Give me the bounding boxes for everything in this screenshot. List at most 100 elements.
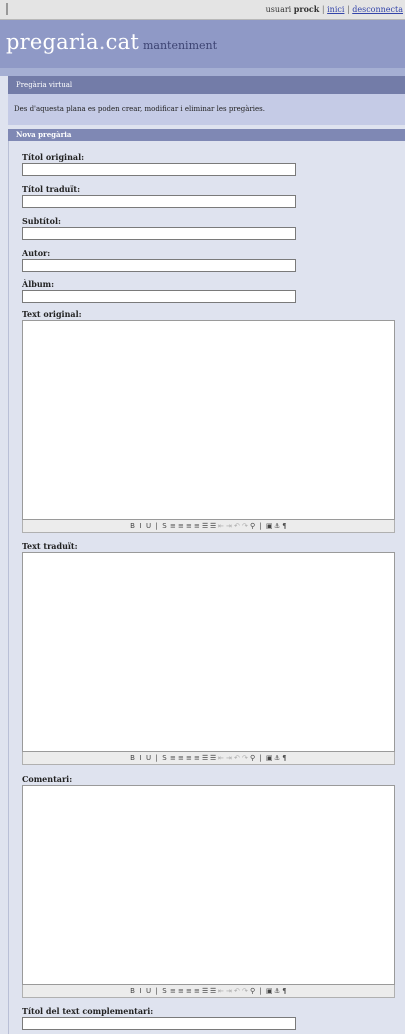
separator-icon[interactable]: | (154, 754, 159, 763)
site-dot: . (98, 30, 106, 54)
separator-icon[interactable]: | (154, 987, 159, 996)
anchor-icon[interactable]: ⚓ (274, 754, 280, 763)
image-icon[interactable]: ▣ (266, 754, 273, 763)
italic-icon[interactable]: I (138, 987, 143, 996)
author-label: Autor: (22, 248, 51, 258)
numbered-list-icon[interactable]: ☰ (210, 754, 216, 763)
separator-icon[interactable]: | (258, 754, 263, 763)
align-center-icon[interactable]: ≡ (178, 987, 184, 996)
image-icon[interactable]: ▣ (266, 987, 273, 996)
original-title-input[interactable] (22, 163, 296, 176)
home-link[interactable]: inici (327, 5, 344, 14)
site-tld: cat (105, 30, 139, 54)
underline-icon[interactable]: U (146, 754, 151, 763)
align-left-icon[interactable]: ≡ (170, 987, 176, 996)
align-center-icon[interactable]: ≡ (178, 754, 184, 763)
image-icon[interactable]: ▣ (266, 522, 273, 531)
numbered-list-icon[interactable]: ☰ (210, 987, 216, 996)
separator-icon[interactable]: | (258, 522, 263, 531)
complementary-title-label: Títol del text complementari: (22, 1006, 154, 1016)
editor-toolbar: B I U | S ≡ ≡ ≡ ≡ ☰ ☰ ⇤ ⇥ ↶ ↷ ⚲ | ▣ ⚓ ¶ (22, 520, 395, 533)
bold-icon[interactable]: B (130, 987, 135, 996)
strikethrough-icon[interactable]: S (162, 754, 167, 763)
translated-text-label: Text traduït: (22, 541, 78, 551)
site-name: pregaria (6, 30, 99, 54)
align-center-icon[interactable]: ≡ (178, 522, 184, 531)
align-right-icon[interactable]: ≡ (186, 522, 192, 531)
form-title: Nova pregària (8, 129, 405, 141)
redo-icon: ↷ (242, 521, 248, 530)
italic-icon[interactable]: I (138, 754, 143, 763)
outdent-icon: ⇤ (218, 753, 224, 762)
site-logo[interactable]: pregaria.cat manteniment (6, 30, 217, 54)
link-icon[interactable]: ⚲ (250, 987, 255, 996)
redo-icon: ↷ (242, 986, 248, 995)
underline-icon[interactable]: U (146, 522, 151, 531)
top-bar: usuari prock | inici | desconnecta (0, 0, 405, 20)
code-icon[interactable]: ¶ (282, 987, 287, 996)
header-divider (0, 68, 405, 76)
underline-icon[interactable]: U (146, 987, 151, 996)
user-menu: usuari prock | inici | desconnecta (266, 4, 403, 14)
site-header: pregaria.cat manteniment (0, 20, 405, 68)
original-text-editor[interactable] (22, 320, 395, 520)
editor-toolbar: B I U | S ≡ ≡ ≡ ≡ ☰ ☰ ⇤ ⇥ ↶ ↷ ⚲ | ▣ ⚓ ¶ (22, 752, 395, 765)
section-info: Des d'aquesta plana es poden crear, modi… (8, 94, 405, 125)
separator-icon[interactable]: | (154, 522, 159, 531)
original-title-label: Títol original: (22, 152, 85, 162)
user-label: usuari (265, 5, 292, 14)
anchor-icon[interactable]: ⚓ (274, 987, 280, 996)
author-input[interactable] (22, 259, 296, 272)
undo-icon: ↶ (234, 986, 240, 995)
align-justify-icon[interactable]: ≡ (194, 987, 200, 996)
window-corner (6, 3, 8, 15)
italic-icon[interactable]: I (138, 522, 143, 531)
site-subtitle: manteniment (142, 39, 218, 52)
indent-icon: ⇥ (226, 753, 232, 762)
link-icon[interactable]: ⚲ (250, 522, 255, 531)
outdent-icon: ⇤ (218, 986, 224, 995)
align-justify-icon[interactable]: ≡ (194, 522, 200, 531)
subtitle-input[interactable] (22, 227, 296, 240)
code-icon[interactable]: ¶ (282, 754, 287, 763)
bullet-list-icon[interactable]: ☰ (202, 522, 208, 531)
username: prock (293, 4, 320, 14)
indent-icon: ⇥ (226, 521, 232, 530)
subtitle-label: Subtítol: (22, 216, 61, 226)
section-title: Pregària virtual (8, 76, 405, 94)
album-input[interactable] (22, 290, 296, 303)
translated-title-label: Títol traduït: (22, 184, 81, 194)
comment-editor[interactable] (22, 785, 395, 985)
align-right-icon[interactable]: ≡ (186, 754, 192, 763)
complementary-title-input[interactable] (22, 1017, 296, 1030)
anchor-icon[interactable]: ⚓ (274, 522, 280, 531)
translated-title-input[interactable] (22, 195, 296, 208)
bold-icon[interactable]: B (130, 522, 135, 531)
translated-text-editor[interactable] (22, 552, 395, 752)
editor-toolbar: B I U | S ≡ ≡ ≡ ≡ ☰ ☰ ⇤ ⇥ ↶ ↷ ⚲ | ▣ ⚓ ¶ (22, 985, 395, 998)
disconnect-link[interactable]: desconnecta (352, 5, 403, 14)
separator: | (321, 5, 325, 14)
undo-icon: ↶ (234, 521, 240, 530)
align-justify-icon[interactable]: ≡ (194, 754, 200, 763)
strikethrough-icon[interactable]: S (162, 987, 167, 996)
indent-icon: ⇥ (226, 986, 232, 995)
bold-icon[interactable]: B (130, 754, 135, 763)
strikethrough-icon[interactable]: S (162, 522, 167, 531)
code-icon[interactable]: ¶ (282, 522, 287, 531)
bullet-list-icon[interactable]: ☰ (202, 754, 208, 763)
align-left-icon[interactable]: ≡ (170, 522, 176, 531)
separator: | (346, 5, 350, 14)
align-left-icon[interactable]: ≡ (170, 754, 176, 763)
redo-icon: ↷ (242, 753, 248, 762)
album-label: Àlbum: (22, 279, 55, 289)
link-icon[interactable]: ⚲ (250, 754, 255, 763)
undo-icon: ↶ (234, 753, 240, 762)
comment-label: Comentari: (22, 774, 73, 784)
align-right-icon[interactable]: ≡ (186, 987, 192, 996)
bullet-list-icon[interactable]: ☰ (202, 987, 208, 996)
original-text-label: Text original: (22, 309, 82, 319)
numbered-list-icon[interactable]: ☰ (210, 522, 216, 531)
outdent-icon: ⇤ (218, 521, 224, 530)
separator-icon[interactable]: | (258, 987, 263, 996)
